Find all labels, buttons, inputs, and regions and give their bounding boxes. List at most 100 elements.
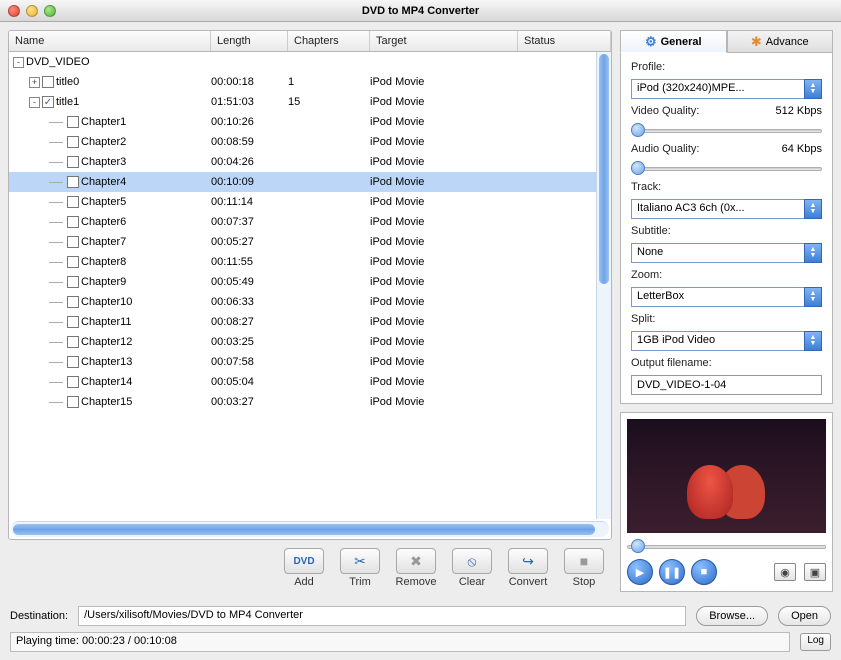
profile-select[interactable]: iPod (320x240)MPE...▲▼ [631, 79, 822, 99]
col-length[interactable]: Length [211, 31, 288, 51]
table-row[interactable]: Chapter900:05:49iPod Movie [9, 272, 611, 292]
table-row[interactable]: Chapter400:10:09iPod Movie [9, 172, 611, 192]
tree-line-icon [49, 122, 63, 123]
row-name: Chapter5 [81, 196, 126, 208]
expand-toggle[interactable]: - [29, 97, 40, 108]
table-row[interactable]: Chapter800:11:55iPod Movie [9, 252, 611, 272]
tree-line-icon [49, 182, 63, 183]
zoom-select[interactable]: LetterBox▲▼ [631, 287, 822, 307]
track-select[interactable]: Italiano AC3 6ch (0x...▲▼ [631, 199, 822, 219]
split-select[interactable]: 1GB iPod Video▲▼ [631, 331, 822, 351]
tree-line-icon [49, 402, 63, 403]
checkbox[interactable] [67, 116, 79, 128]
status-row: Playing time: 00:00:23 / 00:10:08 Log [0, 632, 841, 660]
subtitle-select[interactable]: None▲▼ [631, 243, 822, 263]
row-name: DVD_VIDEO [26, 56, 90, 68]
table-row[interactable]: Chapter1100:08:27iPod Movie [9, 312, 611, 332]
checkbox[interactable] [67, 396, 79, 408]
video-quality-slider[interactable] [631, 123, 822, 137]
gear-icon: ⚙ [645, 34, 657, 50]
stop-icon: ■ [564, 548, 604, 574]
destination-path[interactable]: /Users/xilisoft/Movies/DVD to MP4 Conver… [78, 606, 686, 626]
remove-button[interactable]: ✖Remove [392, 548, 440, 588]
vertical-scrollbar[interactable] [596, 52, 611, 519]
checkbox[interactable] [67, 216, 79, 228]
snapshot-folder-button[interactable]: ▣ [804, 563, 826, 581]
stop-button[interactable]: ■Stop [560, 548, 608, 588]
snapshot-button[interactable]: ◉ [774, 563, 796, 581]
checkbox[interactable] [67, 176, 79, 188]
trim-button[interactable]: ✂Trim [336, 548, 384, 588]
table-row[interactable]: Chapter1300:07:58iPod Movie [9, 352, 611, 372]
table-row[interactable]: Chapter1500:03:27iPod Movie [9, 392, 611, 412]
preview-seek-slider[interactable] [627, 539, 826, 553]
clear-button[interactable]: ⦸Clear [448, 548, 496, 588]
preview-stop-button[interactable]: ■ [691, 559, 717, 585]
horizontal-scrollbar[interactable] [11, 521, 609, 537]
table-row[interactable]: Chapter600:07:37iPod Movie [9, 212, 611, 232]
checkbox[interactable]: ✓ [42, 96, 54, 108]
col-name[interactable]: Name [9, 31, 211, 51]
dvd-icon: DVD [284, 548, 324, 574]
tab-general[interactable]: ⚙General [620, 30, 727, 53]
settings-panel: Profile: iPod (320x240)MPE...▲▼ Video Qu… [620, 53, 833, 404]
tree-line-icon [49, 202, 63, 203]
table-row[interactable]: Chapter1000:06:33iPod Movie [9, 292, 611, 312]
window-title: DVD to MP4 Converter [0, 5, 841, 17]
pause-button[interactable]: ❚❚ [659, 559, 685, 585]
audio-quality-value: 64 Kbps [782, 143, 822, 155]
subtitle-label: Subtitle: [631, 225, 822, 237]
table-row[interactable]: Chapter700:05:27iPod Movie [9, 232, 611, 252]
tab-advance[interactable]: ✱Advance [727, 30, 834, 53]
row-name: Chapter6 [81, 216, 126, 228]
table-row[interactable]: Chapter1400:05:04iPod Movie [9, 372, 611, 392]
checkbox[interactable] [67, 196, 79, 208]
table-row[interactable]: -✓ title101:51:0315iPod Movie [9, 92, 611, 112]
checkbox[interactable] [67, 356, 79, 368]
checkbox[interactable] [42, 76, 54, 88]
row-name: Chapter11 [81, 316, 132, 328]
row-name: Chapter15 [81, 396, 132, 408]
table-row[interactable]: Chapter100:10:26iPod Movie [9, 112, 611, 132]
table-row[interactable]: Chapter200:08:59iPod Movie [9, 132, 611, 152]
table-row[interactable]: Chapter1200:03:25iPod Movie [9, 332, 611, 352]
row-name: Chapter8 [81, 256, 126, 268]
checkbox[interactable] [67, 376, 79, 388]
checkbox[interactable] [67, 316, 79, 328]
chevron-updown-icon: ▲▼ [804, 79, 822, 99]
checkbox[interactable] [67, 136, 79, 148]
checkbox[interactable] [67, 276, 79, 288]
tree-line-icon [49, 302, 63, 303]
chevron-updown-icon: ▲▼ [804, 287, 822, 307]
table-row[interactable]: + title000:00:181iPod Movie [9, 72, 611, 92]
row-name: Chapter4 [81, 176, 126, 188]
table-row[interactable]: - DVD_VIDEO [9, 52, 611, 72]
audio-quality-slider[interactable] [631, 161, 822, 175]
play-button[interactable]: ▶ [627, 559, 653, 585]
destination-label: Destination: [10, 610, 68, 622]
table-row[interactable]: Chapter500:11:14iPod Movie [9, 192, 611, 212]
col-chapters[interactable]: Chapters [288, 31, 370, 51]
camera-icon: ◉ [780, 566, 790, 579]
row-name: Chapter12 [81, 336, 132, 348]
checkbox[interactable] [67, 236, 79, 248]
col-target[interactable]: Target [370, 31, 518, 51]
table-row[interactable]: Chapter300:04:26iPod Movie [9, 152, 611, 172]
expand-toggle[interactable]: - [13, 57, 24, 68]
checkbox[interactable] [67, 156, 79, 168]
video-quality-value: 512 Kbps [776, 105, 822, 117]
browse-button[interactable]: Browse... [696, 606, 768, 626]
expand-toggle[interactable]: + [29, 77, 40, 88]
tree-line-icon [49, 342, 63, 343]
open-button[interactable]: Open [778, 606, 831, 626]
checkbox[interactable] [67, 256, 79, 268]
checkbox[interactable] [67, 296, 79, 308]
add-button[interactable]: DVDAdd [280, 548, 328, 588]
log-button[interactable]: Log [800, 633, 831, 651]
col-status[interactable]: Status [518, 31, 611, 51]
row-name: title0 [56, 76, 79, 88]
checkbox[interactable] [67, 336, 79, 348]
convert-button[interactable]: ↪Convert [504, 548, 552, 588]
output-filename-input[interactable] [631, 375, 822, 395]
chevron-updown-icon: ▲▼ [804, 243, 822, 263]
